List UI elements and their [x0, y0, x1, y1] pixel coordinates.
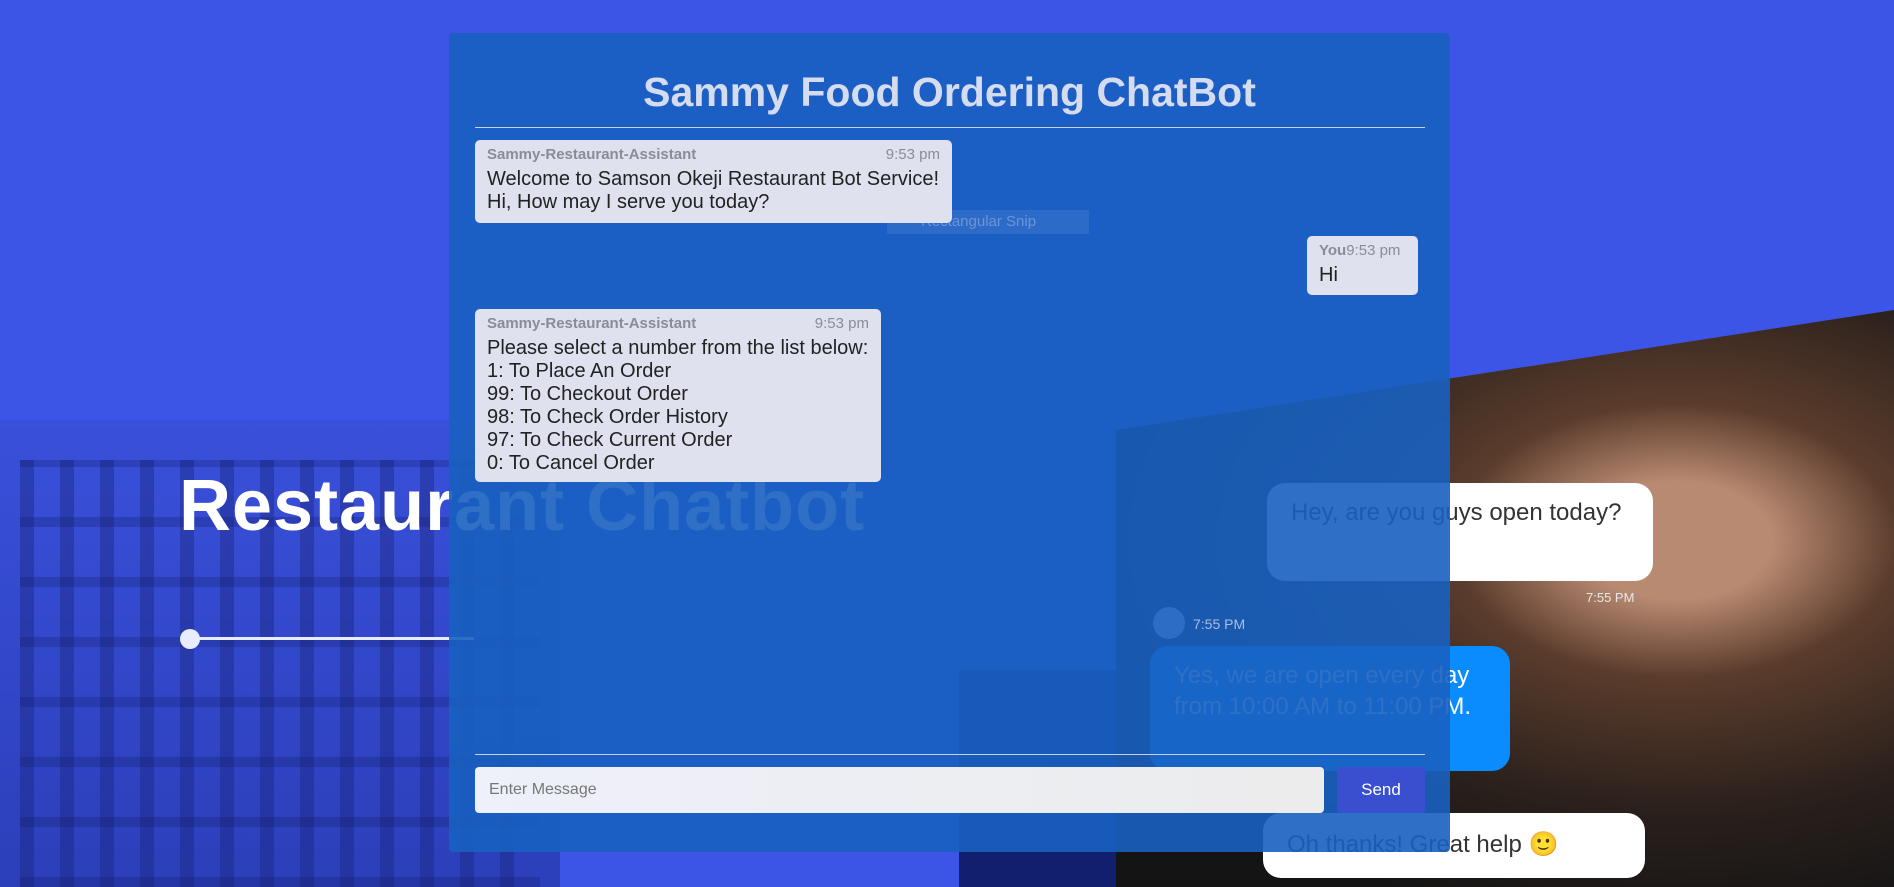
message-sender: Sammy-Restaurant-Assistant: [487, 146, 697, 163]
message-line: Welcome to Samson Okeji Restaurant Bot S…: [487, 168, 940, 190]
chat-title: Sammy Food Ordering ChatBot: [643, 69, 1256, 115]
bot-message: Sammy-Restaurant-Assistant 9:53 pm Welcom…: [475, 140, 952, 223]
message-line: Hi: [1319, 264, 1338, 286]
menu-option: 99: To Checkout Order: [487, 383, 688, 405]
message-line: Please select a number from the list bel…: [487, 337, 869, 359]
title-divider: [475, 127, 1425, 128]
hero-divider-dot: [180, 629, 200, 649]
menu-option: 97: To Check Current Order: [487, 429, 733, 451]
send-button[interactable]: Send: [1337, 767, 1425, 813]
menu-option: 1: To Place An Order: [487, 360, 672, 382]
menu-option: 98: To Check Order History: [487, 406, 728, 428]
message-line: Hi, How may I serve you today?: [487, 191, 770, 213]
message-sender: You: [1319, 242, 1347, 259]
image-bot-time: 7:55 PM: [1193, 616, 1246, 632]
message-time: 9:53 pm: [885, 146, 940, 163]
image-user-time: 7:55 PM: [1586, 590, 1635, 605]
hero-divider: [190, 637, 474, 640]
message-input[interactable]: [475, 767, 1324, 813]
message-sender: Sammy-Restaurant-Assistant: [487, 315, 697, 332]
input-divider: [475, 754, 1425, 755]
bot-menu-message: Sammy-Restaurant-Assistant 9:53 pm Please…: [475, 309, 881, 482]
user-message: You 9:53 pm Hi: [1307, 236, 1418, 295]
message-time: 9:53 pm: [814, 315, 869, 332]
menu-option: 0: To Cancel Order: [487, 452, 655, 474]
message-time: 9:53 pm: [1346, 242, 1401, 259]
chat-panel: Sammy Food Ordering ChatBot Rectangular …: [449, 33, 1450, 852]
